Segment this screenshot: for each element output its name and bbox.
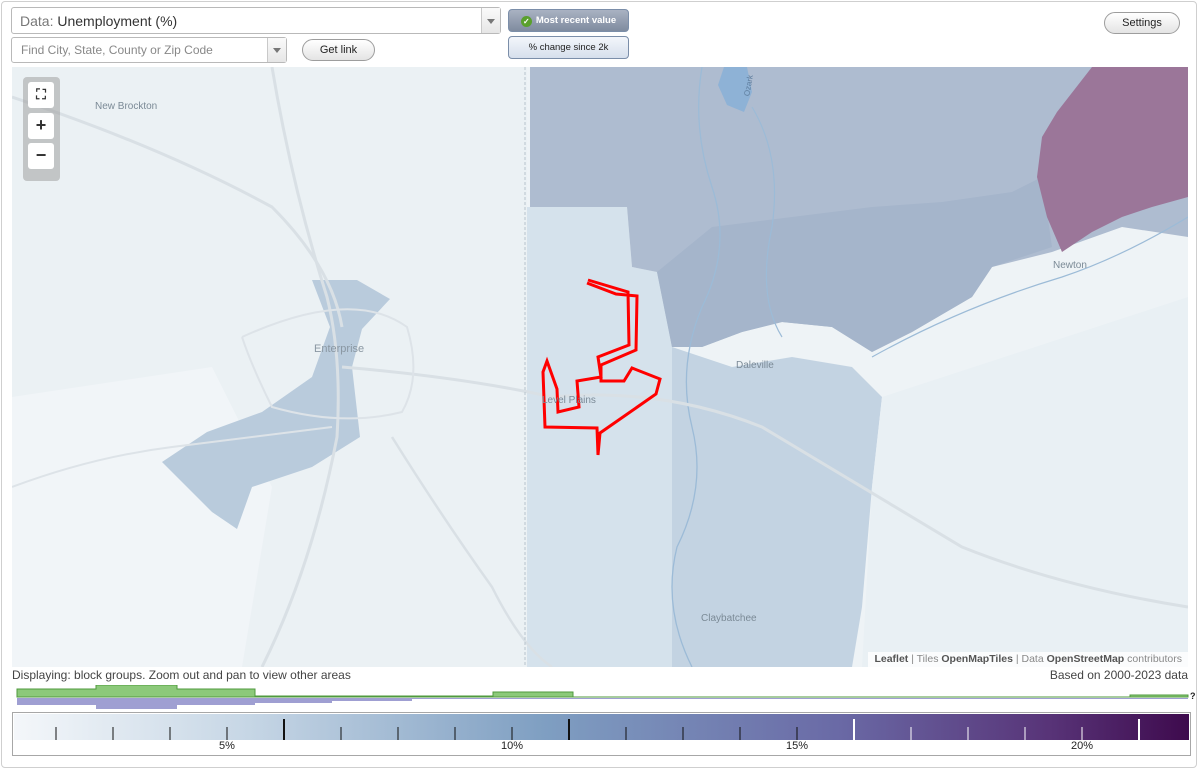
zoom-in-button[interactable]: + [28, 113, 54, 139]
attribution-text: contributors [1127, 653, 1182, 665]
data-select[interactable]: Data: Unemployment (%) [11, 7, 501, 34]
get-link-button[interactable]: Get link [302, 39, 375, 61]
distribution-histogram: ? [16, 685, 1196, 709]
attribution-text: | Data [1015, 653, 1044, 665]
fullscreen-icon[interactable]: ⛶ [28, 82, 54, 108]
place-label: Enterprise [314, 343, 365, 355]
settings-button[interactable]: Settings [1104, 12, 1180, 34]
search-input[interactable] [13, 39, 279, 61]
openmaptiles-link[interactable]: OpenMapTiles [941, 653, 1013, 665]
map-attribution: Leaflet | Tiles OpenMapTiles | Data Open… [868, 652, 1188, 667]
legend-tick-label: 20% [1070, 740, 1094, 752]
place-label: Daleville [736, 360, 774, 371]
place-label: Level Plains [542, 395, 596, 406]
zoom-out-button[interactable]: − [28, 143, 54, 169]
histogram-green [16, 685, 1189, 698]
help-mark[interactable]: ? [1190, 691, 1196, 701]
openstreetmap-link[interactable]: OpenStreetMap [1047, 653, 1125, 665]
most-recent-label: Most recent value [535, 15, 617, 26]
leaflet-link[interactable]: Leaflet [874, 653, 908, 665]
color-legend: 5% 10% 15% 20% [12, 712, 1191, 756]
map-canvas[interactable]: New Brockton Enterprise Level Plains Dal… [12, 67, 1188, 667]
display-message: Displaying: block groups. Zoom out and p… [12, 668, 351, 682]
place-label: Newton [1053, 260, 1087, 271]
zoom-control: ⛶ + − [23, 77, 60, 181]
legend-tick-label: 15% [785, 740, 809, 752]
chevron-down-icon[interactable] [267, 38, 286, 62]
place-label: Claybatchee [701, 613, 757, 624]
percent-change-toggle[interactable]: % change since 2k [508, 36, 629, 59]
data-value: Unemployment (%) [57, 13, 178, 29]
legend-tick-label: 5% [219, 740, 235, 752]
attribution-text: | Tiles [911, 653, 939, 665]
most-recent-toggle[interactable]: ✓ Most recent value [508, 9, 629, 32]
data-label: Data: [20, 13, 54, 29]
chevron-down-icon[interactable] [481, 8, 500, 33]
histogram-purple [17, 698, 1188, 709]
check-icon: ✓ [520, 16, 532, 27]
map-layers [12, 67, 1188, 667]
place-label: New Brockton [95, 101, 158, 112]
search-field[interactable] [11, 37, 287, 63]
based-on-text: Based on 2000-2023 data [1049, 668, 1188, 682]
legend-tick-label: 10% [500, 740, 524, 752]
